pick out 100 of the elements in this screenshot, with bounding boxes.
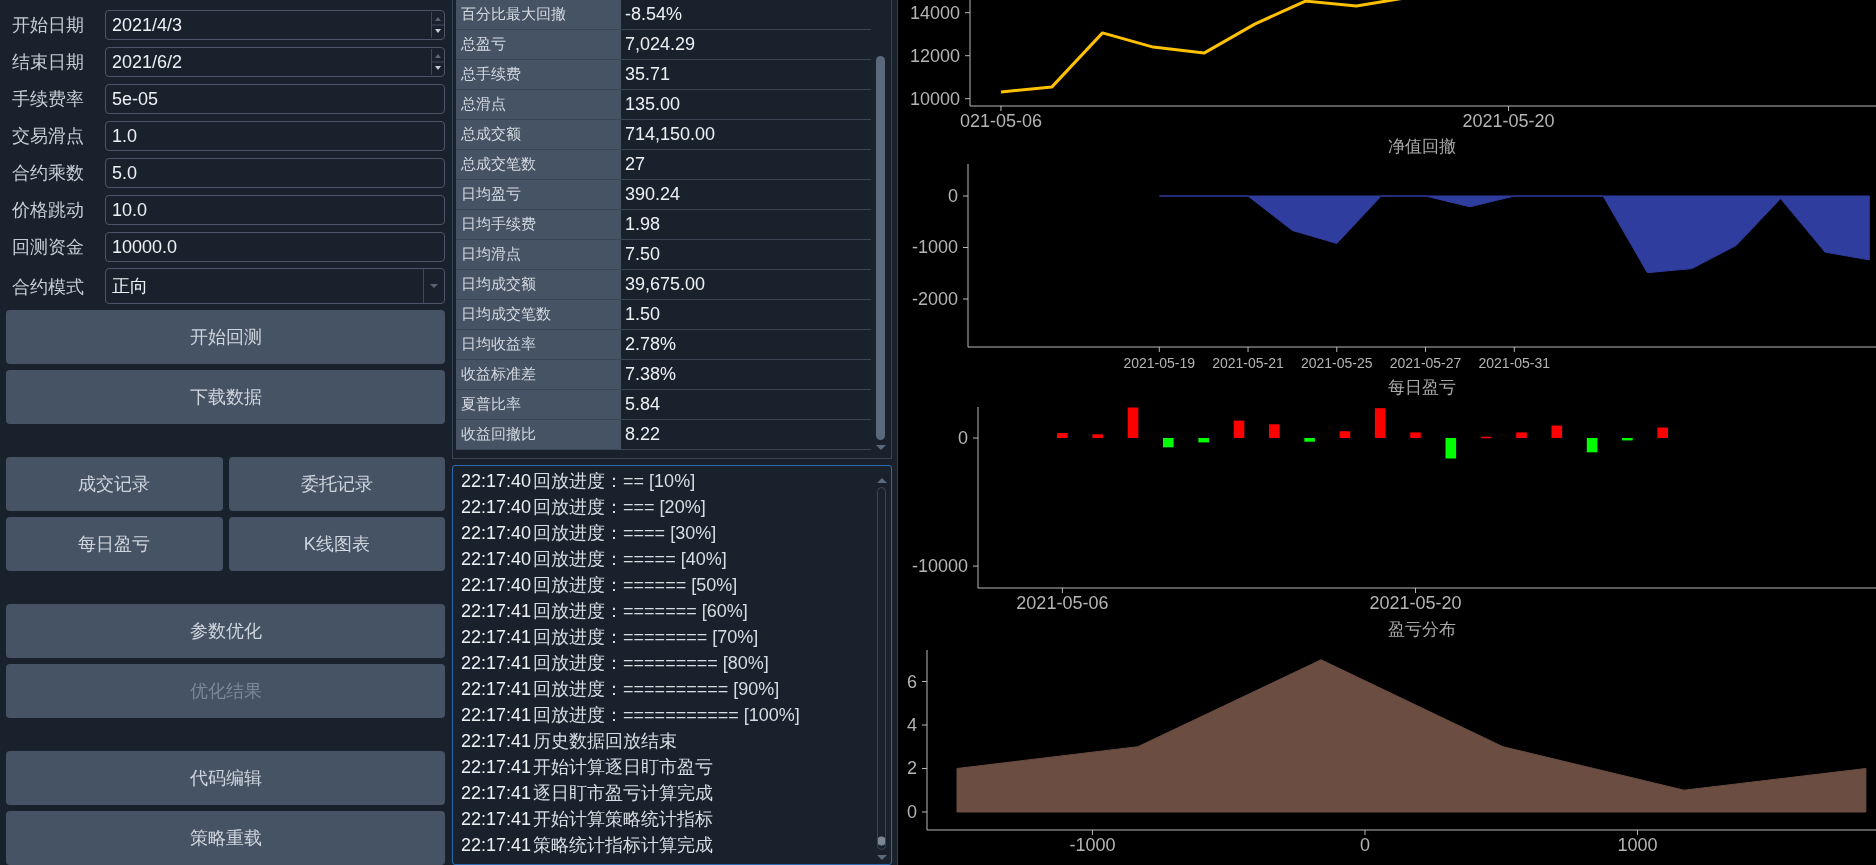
stat-label: 收益回撤比 [456,420,621,449]
date-field[interactable]: 2021/4/3 [105,10,445,40]
field-label: 交易滑点 [11,125,85,148]
tick-label: 1000 [1617,835,1658,855]
spinner-icon [431,12,444,38]
input-field[interactable]: 1.0 [105,121,445,151]
log-message: 回放进度：=========== [100%] [533,704,800,727]
stat-label: 日均成交额 [456,270,621,299]
panel-button[interactable]: 成交记录 [6,457,223,511]
tick-label: 2 [907,758,917,779]
input-field[interactable]: 5e-05 [105,84,445,114]
stat-label: 夏普比率 [456,390,621,419]
bar [1233,420,1245,438]
tick-label: 0 [907,801,917,822]
tick-label: 2021-05-31 [1478,355,1551,371]
log-message: 开始计算逐日盯市盈亏 [533,756,714,779]
stat-label: 总成交额 [456,120,621,149]
tick-label: 12000 [909,45,960,66]
chart-title: 盈亏分布 [1387,619,1457,641]
bar [1657,427,1668,438]
field-label: 合约乘数 [11,162,85,185]
panel-button[interactable]: 开始回测 [6,310,445,364]
tick-label: 2021-05-20 [1369,593,1462,613]
panel-button[interactable]: 委托记录 [228,457,445,511]
tick-label: -1000 [911,237,958,258]
tick-label: -10000 [911,556,968,577]
log-time: 22:17:41 [461,600,532,622]
input-field[interactable]: 5.0 [105,158,445,188]
bar [1622,438,1633,441]
stat-label: 日均收益率 [456,330,621,359]
log-time: 22:17:41 [461,678,532,700]
tick-label: 2021-05-25 [1301,355,1373,371]
field-label: 价格跳动 [11,199,85,222]
field-label: 手续费率 [11,88,85,111]
log-message: 逐日盯市盈亏计算完成 [533,782,714,805]
log-time: 22:17:41 [461,652,532,674]
dropdown[interactable]: 正向 [105,268,445,304]
log-time: 22:17:41 [461,782,532,804]
bar [1127,407,1139,438]
field-label: 合约模式 [11,275,85,299]
bar [1304,438,1315,442]
tick-label: 2021-05-20 [1462,111,1555,131]
input-field[interactable]: 10000.0 [105,232,445,262]
panel-button[interactable]: K线图表 [228,517,445,571]
log-message: 回放进度：== [10%] [533,470,696,493]
tick-label: 4 [907,715,917,735]
tick-label: 0 [958,428,968,448]
panel-button[interactable]: 每日盈亏 [6,517,223,571]
date-field[interactable]: 2021/6/2 [105,47,445,77]
field-label: 结束日期 [11,51,85,74]
log-time: 22:17:40 [461,548,532,570]
tick-label: -2000 [911,289,958,309]
tick-label: 6 [907,671,917,692]
bar [1410,432,1421,438]
bar [1339,431,1351,438]
log-message: 回放进度：=== [20%] [533,496,706,519]
bar [1057,433,1068,438]
spinner-icon [431,49,444,75]
log-message: 回放进度：===== [40%] [533,548,727,571]
bar [1198,438,1209,443]
tick-label: 0 [948,186,958,206]
log-time: 22:17:41 [461,756,532,778]
tick-label: -1000 [1069,835,1116,855]
bar [1480,436,1492,439]
log-message: 历史数据回放结束 [533,730,678,753]
stat-label: 收益标准差 [456,360,621,389]
chart-title: 净值回撤 [1387,135,1457,158]
tick-label: 2021-05-19 [1123,355,1196,371]
stat-label: 日均成交笔数 [456,300,621,329]
panel-button[interactable]: 代码编辑 [6,751,445,805]
log-time: 22:17:41 [461,704,532,726]
log-message: 回放进度：======== [70%] [533,626,759,649]
stat-label: 总盈亏 [456,30,621,59]
panel-button[interactable]: 下载数据 [6,370,445,424]
stat-label: 日均盈亏 [456,180,621,209]
log-time: 22:17:41 [461,834,532,856]
tick-label: 14000 [909,2,960,23]
stat-label: 总成交笔数 [456,150,621,179]
stat-label: 总手续费 [456,60,621,89]
tick-label: 10000 [909,88,960,109]
input-field[interactable]: 10.0 [105,195,445,225]
stat-label: 日均滑点 [456,240,621,269]
tick-label: 2021-05-06 [1016,593,1109,613]
log-time: 22:17:40 [461,496,532,518]
bar [1269,424,1280,438]
log-message: 策略统计指标计算完成 [533,834,714,857]
log-time: 22:17:41 [461,626,532,648]
field-label: 开始日期 [11,14,85,37]
tick-label: 2021-05-27 [1389,355,1462,371]
bar [1374,408,1386,438]
tick-label: 021-05-06 [959,111,1042,131]
bar [1163,438,1174,448]
panel-button[interactable]: 策略重载 [6,811,445,865]
bar [1551,425,1563,438]
log-time: 22:17:40 [461,470,532,492]
log-time: 22:17:40 [461,522,532,544]
log-message: 开始计算策略统计指标 [533,808,714,831]
tick-label: 2021-05-21 [1212,355,1284,371]
stat-label: 日均手续费 [456,210,621,239]
panel-button[interactable]: 参数优化 [6,604,445,658]
